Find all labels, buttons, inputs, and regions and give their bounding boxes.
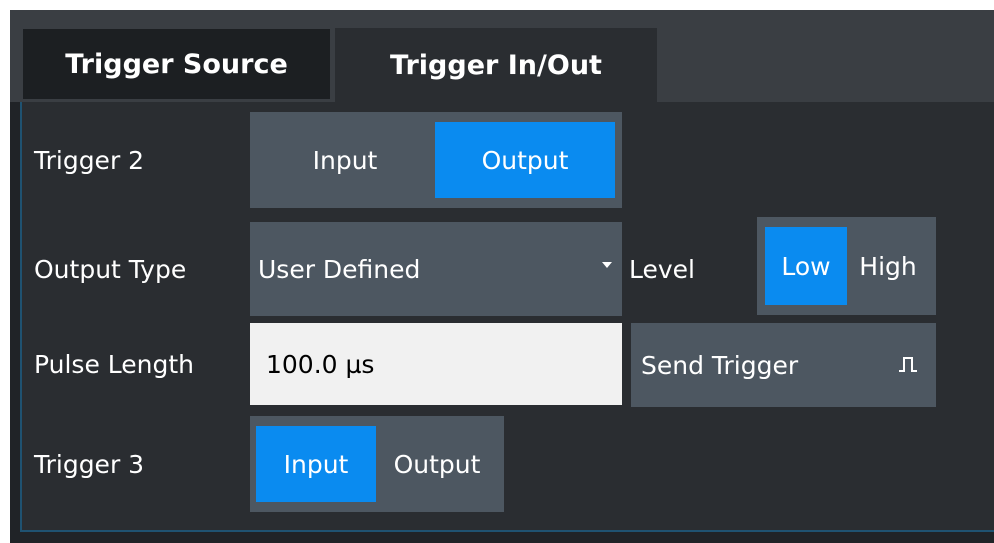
output-type-dropdown[interactable]: User Defined xyxy=(250,222,622,316)
pulse-length-label: Pulse Length xyxy=(34,349,195,379)
pulse-icon xyxy=(899,357,917,372)
level-toggle: Low High xyxy=(757,217,936,315)
trigger2-input-option[interactable]: Input xyxy=(280,122,410,198)
trigger3-output-option[interactable]: Output xyxy=(376,426,498,502)
trigger3-input-option[interactable]: Input xyxy=(256,426,376,502)
output-type-label: Output Type xyxy=(34,254,187,284)
tab-trigger-in-out[interactable]: Trigger In/Out xyxy=(335,28,657,103)
tab-trigger-source[interactable]: Trigger Source xyxy=(22,28,331,100)
send-trigger-label: Send Trigger xyxy=(641,350,799,380)
tab-label: Trigger Source xyxy=(65,48,288,80)
trigger2-toggle: Input Output xyxy=(250,112,622,208)
trigger2-output-option[interactable]: Output xyxy=(435,122,615,198)
level-label: Level xyxy=(629,254,695,284)
level-high-option[interactable]: High xyxy=(847,227,929,305)
pulse-length-input[interactable]: 100.0 µs xyxy=(250,323,622,405)
trigger3-toggle: Input Output xyxy=(250,416,504,512)
output-type-value: User Defined xyxy=(258,254,421,284)
trigger3-label: Trigger 3 xyxy=(34,449,145,479)
dropdown-arrow-icon xyxy=(602,262,612,268)
tab-label: Trigger In/Out xyxy=(390,50,602,81)
level-low-option[interactable]: Low xyxy=(765,227,847,305)
trigger2-label: Trigger 2 xyxy=(34,145,145,175)
send-trigger-button[interactable]: Send Trigger xyxy=(631,323,936,407)
